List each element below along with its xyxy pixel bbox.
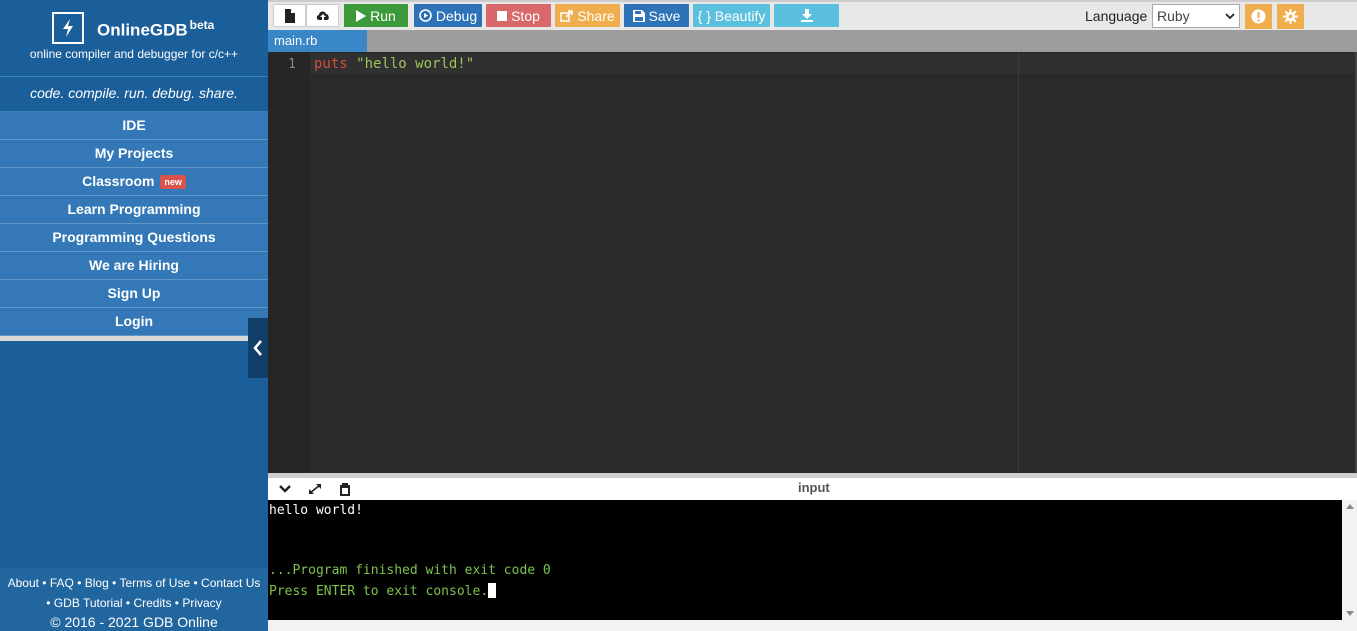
expand-console-button[interactable] (305, 480, 325, 498)
scroll-up-arrow-icon[interactable] (1346, 504, 1354, 509)
console-scrollbar[interactable] (1342, 500, 1357, 620)
floppy-save-icon (632, 9, 645, 22)
file-icon (284, 8, 295, 23)
new-file-button[interactable] (273, 4, 306, 27)
copy-output-button[interactable] (335, 480, 355, 498)
cloud-upload-icon (316, 10, 329, 22)
sidebar-item-programming-questions[interactable]: Programming Questions (0, 224, 268, 252)
download-icon (800, 9, 813, 22)
minimize-console-button[interactable] (275, 480, 295, 498)
footer-link-contact[interactable]: Contact Us (201, 576, 260, 590)
line-number: 1 (288, 57, 296, 72)
brand: OnlineGDB beta online compiler and debugg… (0, 0, 268, 77)
brand-name[interactable]: OnlineGDB beta (97, 18, 214, 41)
sidebar-item-we-are-hiring[interactable]: We are Hiring (0, 252, 268, 280)
sidebar-item-sign-up[interactable]: Sign Up (0, 280, 268, 308)
scroll-down-arrow-icon[interactable] (1346, 611, 1354, 616)
debug-button[interactable]: Debug (414, 4, 482, 27)
stop-icon (497, 10, 508, 21)
footer-link-gdb-tutorial[interactable]: GDB Tutorial (54, 596, 123, 610)
code-editor[interactable]: 1 puts "hello world!" (268, 52, 1357, 473)
console-title: input (798, 480, 830, 495)
code-string: "hello world!" (356, 56, 475, 72)
save-button[interactable]: Save (624, 4, 689, 27)
footer-links-row1: About • FAQ • Blog • Terms of Use • Cont… (7, 576, 261, 590)
info-icon (1251, 9, 1266, 24)
file-tabs: main.rb (268, 30, 1357, 52)
lightning-logo-icon[interactable] (52, 12, 84, 44)
tagline: code. compile. run. debug. share. (0, 77, 268, 112)
editor-gutter: 1 (268, 52, 310, 473)
console-cursor (488, 583, 497, 598)
sidebar: OnlineGDB beta online compiler and debugg… (0, 0, 268, 631)
new-badge: new (160, 175, 186, 190)
sidebar-divider (0, 336, 268, 341)
footer-link-faq[interactable]: FAQ (50, 576, 74, 590)
play-icon (356, 9, 367, 22)
code-line[interactable]: puts "hello world!" (314, 56, 474, 72)
share-icon (560, 9, 574, 22)
brand-beta: beta (189, 18, 215, 32)
footer-links-row2: • GDB Tutorial • Credits • Privacy (46, 596, 222, 610)
run-button[interactable]: Run (344, 4, 408, 27)
chevron-down-icon (279, 485, 291, 493)
footer-link-terms[interactable]: Terms of Use (119, 576, 190, 590)
copyright: © 2016 - 2021 GDB Online (50, 614, 218, 630)
gear-icon (1283, 9, 1298, 24)
language-label: Language (1085, 8, 1148, 24)
sidebar-item-classroom[interactable]: Classroom new (0, 168, 268, 196)
info-button[interactable] (1245, 4, 1272, 29)
share-button[interactable]: Share (555, 4, 620, 27)
console-header: input (268, 478, 1357, 499)
beautify-button[interactable]: { } Beautify (693, 4, 770, 27)
console-output[interactable]: hello world! ...Program finished with ex… (268, 500, 1342, 620)
clipboard-icon (340, 482, 350, 496)
console-line-output: hello world! (269, 503, 363, 518)
footer-link-privacy[interactable]: Privacy (182, 596, 221, 610)
sidebar-item-login[interactable]: Login (0, 308, 268, 336)
upload-button[interactable] (306, 4, 339, 27)
debug-play-circle-icon (419, 9, 432, 22)
console-line-finished: ...Program finished with exit code 0 (269, 563, 551, 578)
settings-button[interactable] (1277, 4, 1304, 29)
sidebar-item-classroom-label: Classroom (82, 173, 155, 189)
sidebar-item-my-projects[interactable]: My Projects (0, 140, 268, 168)
console-line-press-enter: Press ENTER to exit console. (269, 583, 497, 599)
footer-link-about[interactable]: About (8, 576, 39, 590)
brand-subtitle: online compiler and debugger for c/c++ (29, 47, 239, 61)
chevron-left-icon (253, 340, 262, 356)
collapse-sidebar-button[interactable] (248, 318, 268, 378)
sidebar-item-ide[interactable]: IDE (0, 112, 268, 140)
console-bottom-bar (268, 620, 1357, 631)
language-select[interactable]: Ruby (1152, 4, 1240, 28)
download-button[interactable] (774, 4, 839, 27)
print-margin (1018, 52, 1019, 473)
footer-link-credits[interactable]: Credits (133, 596, 171, 610)
footer-link-blog[interactable]: Blog (85, 576, 109, 590)
code-keyword: puts (314, 56, 348, 72)
sidebar-footer: About • FAQ • Blog • Terms of Use • Cont… (0, 568, 268, 631)
tab-main-rb[interactable]: main.rb (268, 30, 367, 52)
toolbar: Run Debug Stop Share Save { } Beautify L… (268, 0, 1357, 30)
expand-icon (309, 484, 321, 494)
sidebar-item-learn-programming[interactable]: Learn Programming (0, 196, 268, 224)
stop-button[interactable]: Stop (486, 4, 551, 27)
